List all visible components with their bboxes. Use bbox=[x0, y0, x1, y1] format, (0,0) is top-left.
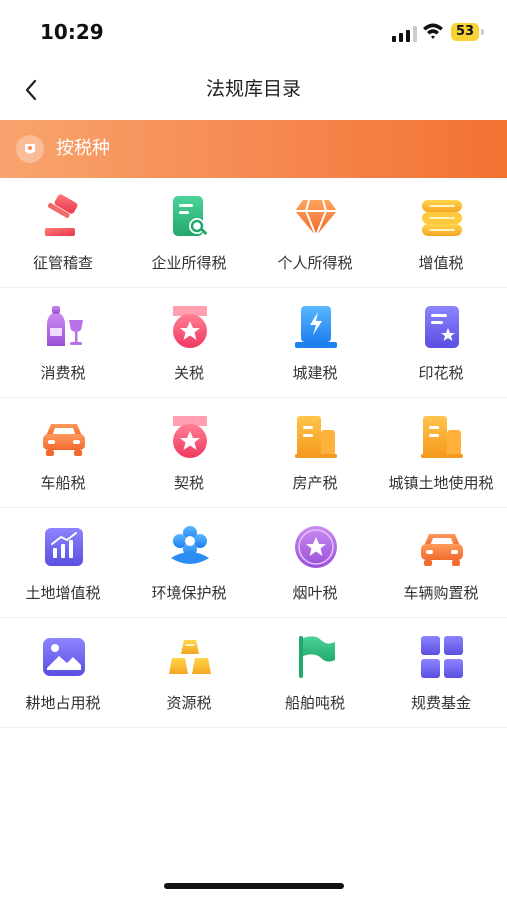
grid-item-label: 烟叶税 bbox=[292, 584, 338, 602]
grid-item-tudi-zengzhishui[interactable]: 土地增值税 bbox=[0, 508, 126, 617]
nav-bar: 法规库目录 bbox=[0, 62, 507, 118]
grid-item-zhengguan-jicha[interactable]: 征管稽查 bbox=[0, 178, 126, 287]
battery-icon: 53 bbox=[451, 23, 485, 41]
grid-item-ziyuanshui[interactable]: 资源税 bbox=[126, 618, 252, 727]
grid-item-gengdi-zhanyongshui[interactable]: 耕地占用税 bbox=[0, 618, 126, 727]
category-banner[interactable]: 按税种 bbox=[0, 120, 507, 178]
diamond-icon bbox=[293, 194, 339, 240]
grid-row: 土地增值税 环境保护税 烟叶税 车辆购置税 bbox=[0, 508, 507, 618]
grid-row: 消费税 关税 城建税 印花税 bbox=[0, 288, 507, 398]
grid-item-label: 城镇土地使用税 bbox=[388, 474, 494, 492]
car-icon bbox=[419, 524, 465, 570]
document-search-icon bbox=[167, 194, 213, 240]
grid-item-guanshui[interactable]: 关税 bbox=[126, 288, 252, 397]
grid-item-geren-suodeshui[interactable]: 个人所得税 bbox=[252, 178, 378, 287]
grid-item-label: 土地增值税 bbox=[25, 584, 101, 602]
buildings-icon bbox=[419, 414, 465, 460]
car-icon bbox=[41, 414, 87, 460]
grid-item-label: 耕地占用税 bbox=[25, 694, 101, 712]
battery-level: 53 bbox=[455, 24, 475, 39]
grid-item-chechuanshui[interactable]: 车船税 bbox=[0, 398, 126, 507]
grid-item-label: 规费基金 bbox=[410, 694, 471, 712]
grid-item-label: 增值税 bbox=[418, 254, 464, 272]
cellular-signal-icon bbox=[392, 26, 417, 42]
status-bar: 10:29 53 bbox=[0, 0, 507, 62]
medal-icon bbox=[167, 304, 213, 350]
grid-item-xiaofeishui[interactable]: 消费税 bbox=[0, 288, 126, 397]
landscape-icon bbox=[41, 634, 87, 680]
grid-item-fangchanshui[interactable]: 房产税 bbox=[252, 398, 378, 507]
buildings-icon bbox=[293, 414, 339, 460]
grid-item-yinhuashui[interactable]: 印花税 bbox=[378, 288, 504, 397]
grid-item-qishui[interactable]: 契税 bbox=[126, 398, 252, 507]
grid-item-label: 消费税 bbox=[40, 364, 86, 382]
grid-item-label: 船舶吨税 bbox=[284, 694, 345, 712]
coin-stack-icon bbox=[419, 194, 465, 240]
grid-item-label: 城建税 bbox=[292, 364, 338, 382]
grid-item-label: 个人所得税 bbox=[277, 254, 353, 272]
bar-chart-icon bbox=[41, 524, 87, 570]
grid-item-huanjing-baohushui[interactable]: 环境保护税 bbox=[126, 508, 252, 617]
grid-item-label: 征管稽查 bbox=[32, 254, 93, 272]
grid-item-label: 车辆购置税 bbox=[403, 584, 479, 602]
back-icon[interactable] bbox=[16, 74, 48, 106]
wifi-icon bbox=[423, 23, 443, 39]
badge-icon bbox=[16, 135, 44, 163]
gavel-icon bbox=[41, 194, 87, 240]
grid-row: 征管稽查 企业所得税 个人所得税 增值税 bbox=[0, 178, 507, 288]
page-title: 法规库目录 bbox=[205, 78, 301, 100]
grid-row: 车船税 契税 房产税 城镇土地使用税 bbox=[0, 398, 507, 508]
grid-row: 耕地占用税 资源税 船舶吨税 规费基金 bbox=[0, 618, 507, 728]
grid-item-label: 印花税 bbox=[418, 364, 464, 382]
wine-bottle-icon bbox=[41, 304, 87, 350]
grid-item-label: 房产税 bbox=[292, 474, 338, 492]
grid-item-qiye-suodeshui[interactable]: 企业所得税 bbox=[126, 178, 252, 287]
grid-item-label: 车船税 bbox=[40, 474, 86, 492]
grid-item-chengzhen-tudi-shiyongshui[interactable]: 城镇土地使用税 bbox=[378, 398, 504, 507]
medal-icon bbox=[167, 414, 213, 460]
home-indicator[interactable] bbox=[164, 883, 344, 889]
flag-icon bbox=[293, 634, 339, 680]
gold-bars-icon bbox=[167, 634, 213, 680]
grid-item-label: 关税 bbox=[173, 364, 204, 382]
grid-item-guifei-jijin[interactable]: 规费基金 bbox=[378, 618, 504, 727]
stamp-document-icon bbox=[419, 304, 465, 350]
tax-category-grid: 征管稽查 企业所得税 个人所得税 增值税 消费税 关税 城建税 印花税 车船税 … bbox=[0, 178, 507, 728]
grid-item-label: 资源税 bbox=[166, 694, 212, 712]
grid-item-chuanbo-dunshui[interactable]: 船舶吨税 bbox=[252, 618, 378, 727]
grid-item-zengzhishui[interactable]: 增值税 bbox=[378, 178, 504, 287]
grid-item-cheliang-gouzhishui[interactable]: 车辆购置税 bbox=[378, 508, 504, 617]
grid-icon bbox=[419, 634, 465, 680]
category-banner-label: 按税种 bbox=[56, 138, 110, 159]
grid-item-yanyeshui[interactable]: 烟叶税 bbox=[252, 508, 378, 617]
grid-item-label: 环境保护税 bbox=[151, 584, 227, 602]
grid-item-label: 契税 bbox=[173, 474, 204, 492]
building-lightning-icon bbox=[293, 304, 339, 350]
star-circle-icon bbox=[293, 524, 339, 570]
grid-item-chengjianshui[interactable]: 城建税 bbox=[252, 288, 378, 397]
status-time: 10:29 bbox=[40, 20, 104, 44]
flower-icon bbox=[167, 524, 213, 570]
grid-item-label: 企业所得税 bbox=[151, 254, 227, 272]
